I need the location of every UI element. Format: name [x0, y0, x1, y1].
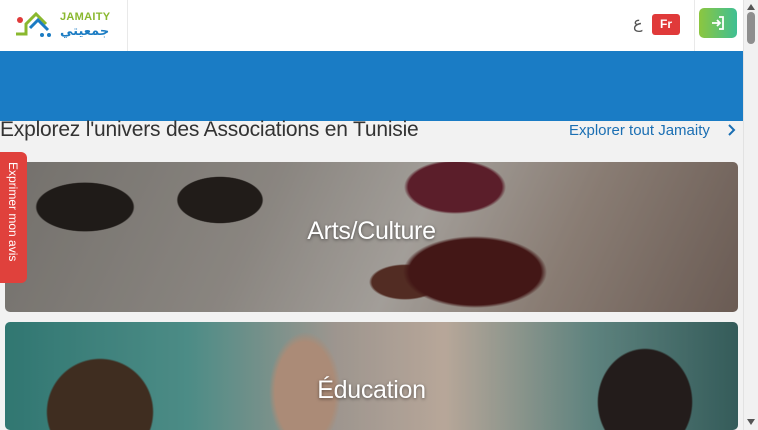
category-label: Éducation: [317, 376, 426, 404]
category-card-arts-culture[interactable]: Arts/Culture: [5, 162, 738, 312]
scroll-up-arrow-icon[interactable]: [747, 4, 755, 10]
header-divider: [127, 0, 128, 51]
lang-arabic-link[interactable]: ع: [633, 13, 643, 33]
vertical-scrollbar[interactable]: [743, 0, 758, 430]
hero-band: [0, 51, 743, 121]
logo-text-ar: جمعيتي: [60, 23, 110, 38]
feedback-tab-label: Exprimer mon avis: [6, 162, 20, 262]
logo-house-icon: [16, 11, 51, 37]
scroll-thumb[interactable]: [747, 12, 755, 44]
logo-text-en: JAMAITY: [60, 11, 111, 23]
scroll-down-arrow-icon[interactable]: [747, 419, 755, 425]
category-card-education[interactable]: Éducation: [5, 322, 738, 430]
category-label: Arts/Culture: [307, 217, 436, 245]
top-header: JAMAITY جمعيتي ع Fr: [0, 0, 743, 52]
login-button[interactable]: [699, 8, 737, 38]
chevron-right-icon[interactable]: [727, 123, 737, 137]
header-divider: [694, 0, 695, 51]
jamaity-logo[interactable]: JAMAITY جمعيتي: [12, 8, 112, 42]
feedback-tab[interactable]: Exprimer mon avis: [0, 152, 27, 283]
login-icon: [712, 16, 724, 30]
explore-all-link[interactable]: Explorer tout Jamaity: [569, 122, 710, 139]
section-title: Explorez l'univers des Associations en T…: [0, 118, 419, 141]
lang-french-button[interactable]: Fr: [652, 14, 680, 35]
